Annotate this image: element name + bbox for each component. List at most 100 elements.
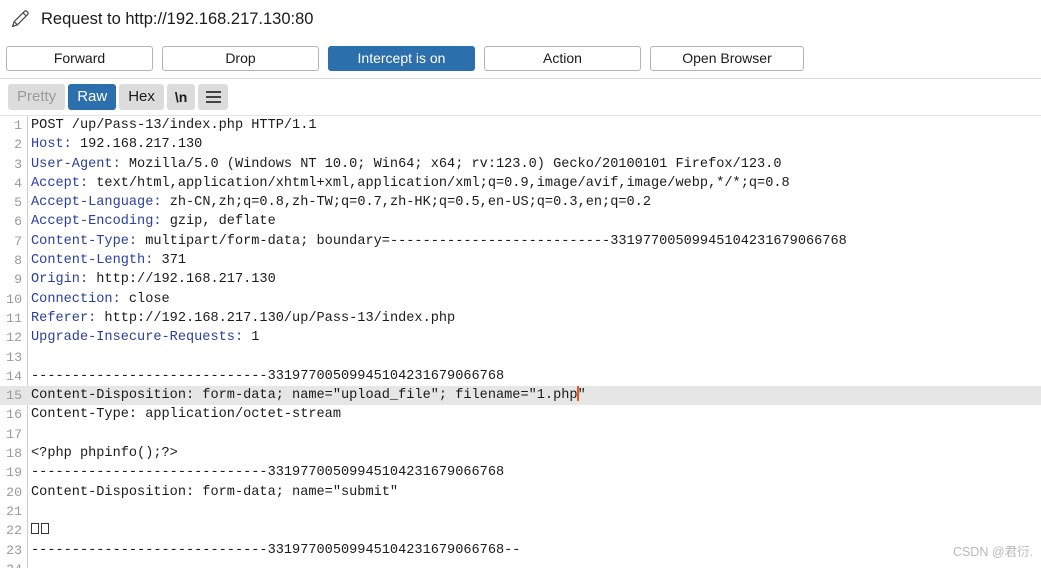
code-text: -----------------------------33197700509… — [31, 368, 505, 384]
header-name: Content-Length: — [31, 253, 154, 269]
code-text — [27, 521, 51, 540]
line-number: 7 — [14, 233, 22, 249]
code-line[interactable]: 22 — [0, 521, 1041, 540]
window-titlebar: Request to http://192.168.217.130:80 — [0, 0, 1041, 38]
code-line[interactable]: 11 Referer: http://192.168.217.130/up/Pas… — [0, 309, 1041, 328]
code-text: Content-Disposition: form-data; name="su… — [31, 484, 399, 500]
line-number: 17 — [6, 426, 22, 442]
pencil-icon — [11, 10, 29, 28]
menu-bar-3 — [205, 101, 221, 103]
raw-request-editor[interactable]: 1 POST /up/Pass-13/index.php HTTP/1.1 2 Hos… — [0, 116, 1041, 568]
unrenderable-glyph — [41, 523, 49, 535]
action-button[interactable]: Action — [484, 45, 641, 71]
code-line[interactable]: 17 — [0, 425, 1041, 444]
header-name: Upgrade-Insecure-Requests: — [31, 330, 244, 346]
code-text: User-Agent: Mozilla/5.0 (Windows NT 10.0… — [31, 156, 782, 172]
line-number: 15 — [6, 388, 22, 404]
code-text: Content-Type: multipart/form-data; bound… — [31, 233, 847, 249]
unrenderable-glyph — [31, 523, 39, 535]
code-text: Host: 192.168.217.130 — [31, 137, 203, 153]
code-line[interactable]: 4 Accept: text/html,application/xhtml+xml… — [0, 174, 1041, 193]
code-text: Accept-Language: zh-CN,zh;q=0.8,zh-TW;q=… — [31, 195, 651, 211]
line-number: 23 — [6, 542, 22, 558]
code-line[interactable]: 10 Connection: close — [0, 290, 1041, 309]
line-number: 6 — [14, 214, 22, 230]
code-line[interactable]: 7 Content-Type: multipart/form-data; boun… — [0, 232, 1041, 251]
hamburger-menu-icon[interactable] — [198, 84, 229, 110]
header-name: Referer: — [31, 310, 97, 326]
code-text: POST /up/Pass-13/index.php HTTP/1.1 — [31, 118, 317, 133]
drop-button[interactable]: Drop — [162, 45, 319, 71]
code-line-list: 1 POST /up/Pass-13/index.php HTTP/1.1 2 Hos… — [0, 116, 1041, 568]
header-name: Accept: — [31, 175, 89, 191]
line-number: 9 — [14, 272, 22, 288]
code-text: -----------------------------33197700509… — [31, 465, 505, 481]
code-line[interactable]: 5 Accept-Language: zh-CN,zh;q=0.8,zh-TW;q… — [0, 193, 1041, 212]
code-line[interactable]: 8 Content-Length: 371 — [0, 251, 1041, 270]
code-line[interactable]: 6 Accept-Encoding: gzip, deflate — [0, 212, 1041, 231]
tab-pretty[interactable]: Pretty — [8, 84, 66, 110]
code-line[interactable]: 13 — [0, 348, 1041, 367]
code-text: Content-Disposition: form-data; name="up… — [31, 386, 586, 404]
code-text: Origin: http://192.168.217.130 — [31, 272, 276, 288]
line-number: 5 — [14, 195, 22, 211]
line-number: 1 — [14, 118, 22, 133]
line-number: 8 — [14, 253, 22, 269]
code-text: Accept-Encoding: gzip, deflate — [31, 214, 276, 230]
code-text: Accept: text/html,application/xhtml+xml,… — [31, 175, 790, 191]
code-text: Upgrade-Insecure-Requests: 1 — [31, 330, 260, 346]
line-number: 3 — [14, 156, 22, 172]
code-line[interactable]: 24 — [0, 560, 1041, 568]
line-number: 22 — [6, 523, 22, 539]
code-line[interactable]: 1 POST /up/Pass-13/index.php HTTP/1.1 — [0, 116, 1041, 135]
menu-bar-2 — [205, 96, 221, 98]
line-number: 18 — [6, 446, 22, 462]
line-number: 10 — [6, 291, 22, 307]
code-line[interactable]: 21 — [0, 502, 1041, 521]
intercept-toolbar: Forward Drop Intercept is on Action Open… — [0, 38, 1041, 78]
line-number: 24 — [0, 560, 27, 568]
open-browser-button[interactable]: Open Browser — [650, 45, 804, 71]
code-line[interactable]: 9 Origin: http://192.168.217.130 — [0, 270, 1041, 289]
line-number: 20 — [6, 484, 22, 500]
line-number: 12 — [6, 330, 22, 346]
code-text: Content-Length: 371 — [31, 253, 187, 269]
code-line[interactable]: 19 -----------------------------331977005… — [0, 463, 1041, 482]
code-text: -----------------------------33197700509… — [31, 542, 521, 558]
intercept-toggle-button[interactable]: Intercept is on — [328, 45, 475, 71]
line-number: 14 — [6, 368, 22, 384]
code-line[interactable]: 16 Content-Type: application/octet-stream — [0, 405, 1041, 424]
header-name: Origin: — [31, 272, 89, 288]
tab-newline[interactable]: \n — [166, 84, 196, 110]
code-line[interactable]: 20 Content-Disposition: form-data; name="… — [0, 483, 1041, 502]
header-name: Accept-Language: — [31, 195, 162, 211]
line-number: 4 — [14, 175, 22, 191]
header-name: Host: — [31, 137, 72, 153]
tab-hex[interactable]: Hex — [119, 84, 164, 110]
header-name: User-Agent: — [31, 156, 121, 172]
code-text: Referer: http://192.168.217.130/up/Pass-… — [31, 310, 456, 326]
code-text: <?php phpinfo();?> — [31, 446, 178, 462]
code-line[interactable]: 23 -----------------------------331977005… — [0, 541, 1041, 560]
code-line[interactable]: 14 -----------------------------331977005… — [0, 367, 1041, 386]
code-text: Content-Type: application/octet-stream — [31, 407, 341, 423]
line-number: 11 — [6, 310, 22, 326]
tab-raw[interactable]: Raw — [68, 84, 117, 110]
code-line[interactable]: 2 Host: 192.168.217.130 — [0, 135, 1041, 154]
forward-button[interactable]: Forward — [6, 45, 153, 71]
watermark: CSDN @君衍. — [952, 545, 1033, 559]
code-line[interactable]: 12 Upgrade-Insecure-Requests: 1 — [0, 328, 1041, 347]
menu-bar-1 — [205, 91, 221, 93]
line-number: 16 — [6, 407, 22, 423]
code-line[interactable]: 15 Content-Disposition: form-data; name="… — [0, 386, 1041, 406]
header-name: Connection: — [31, 291, 121, 307]
tab-newline-label: \n — [174, 89, 188, 105]
line-number: 2 — [14, 137, 22, 153]
window-title: Request to http://192.168.217.130:80 — [41, 9, 314, 28]
code-line[interactable]: 18 <?php phpinfo();?> — [0, 444, 1041, 463]
code-line[interactable]: 3 User-Agent: Mozilla/5.0 (Windows NT 10.… — [0, 155, 1041, 174]
